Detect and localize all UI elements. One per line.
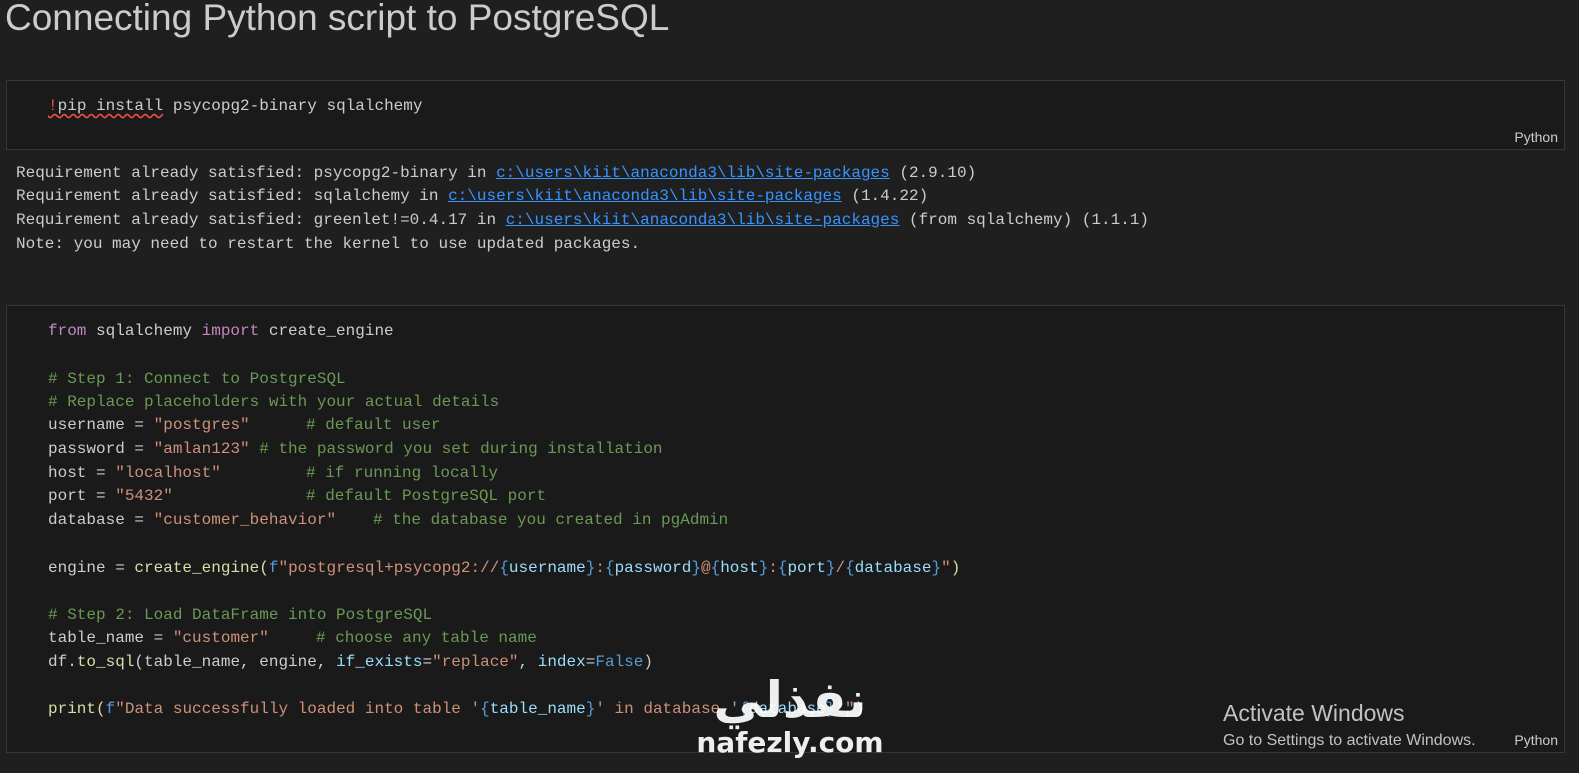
code-comment[interactable]: # Step 2: Load DataFrame into PostgreSQL: [48, 604, 432, 626]
string: "localhost": [115, 464, 221, 482]
assign: database =: [48, 511, 154, 529]
output-text: Requirement already satisfied: sqlalchem…: [16, 187, 449, 205]
code-comment[interactable]: # Step 1: Connect to PostgreSQL: [48, 368, 346, 390]
import-name: create_engine: [259, 322, 394, 340]
output-line: Note: you may need to restart the kernel…: [16, 233, 640, 256]
string: "postgresql+psycopg2://: [278, 559, 500, 577]
fstring-var: port: [787, 559, 826, 577]
string: "replace": [432, 653, 519, 671]
string: "customer": [172, 629, 269, 647]
code-line-database[interactable]: database = "customer_behavior" # the data…: [48, 509, 728, 531]
string: "amlan123": [153, 440, 250, 458]
kwarg: if_exists: [336, 653, 423, 671]
watermark-domain-text: nafezly.com: [696, 726, 884, 759]
inline-comment: # default user: [306, 416, 441, 434]
paren: (: [96, 700, 106, 718]
activate-windows-title: Activate Windows: [1223, 700, 1405, 726]
output-text: Note: you may need to restart the kernel…: [16, 235, 641, 253]
output-text: (from sqlalchemy) (1.1.1): [899, 211, 1149, 229]
output-text: Requirement already satisfied: psycopg2-…: [16, 164, 497, 182]
paren: ): [950, 559, 961, 577]
site-packages-link[interactable]: c:\users\kiit\anaconda3\lib\site-package…: [506, 211, 900, 229]
cell-language-label[interactable]: Python: [1514, 732, 1558, 748]
assign: host =: [48, 464, 116, 482]
string: "5432": [115, 487, 173, 505]
assign: username =: [48, 416, 154, 434]
string: ": [941, 559, 951, 577]
keyword-from: from: [48, 322, 87, 340]
fstring-prefix: f: [105, 700, 116, 718]
comma: ,: [518, 653, 538, 671]
inline-comment: # default PostgreSQL port: [306, 487, 547, 505]
string: "customer_behavior": [153, 511, 337, 529]
fstring-var: table_name: [489, 700, 586, 718]
site-packages-link[interactable]: c:\users\kiit\anaconda3\lib\site-package…: [448, 187, 842, 205]
activate-windows-notice: Activate Windows Go to Settings to activ…: [1223, 698, 1476, 752]
activate-windows-subtitle: Go to Settings to activate Windows.: [1223, 732, 1476, 749]
inline-comment: # choose any table name: [316, 629, 537, 647]
code-line-table-name[interactable]: table_name = "customer" # choose any tabl…: [48, 627, 537, 649]
module-name: sqlalchemy: [86, 322, 202, 340]
pip-command: pip install: [57, 97, 164, 115]
code-line[interactable]: !pip install psycopg2-binary sqlalchemy: [48, 95, 422, 117]
output-text: Requirement already satisfied: greenlet!…: [16, 211, 506, 229]
bool-constant: False: [595, 653, 644, 671]
code-comment[interactable]: # Replace placeholders with your actual …: [48, 391, 499, 413]
code-line-port[interactable]: port = "5432" # default PostgreSQL port: [48, 485, 546, 507]
string: @: [700, 559, 711, 577]
output-line: Requirement already satisfied: psycopg2-…: [16, 162, 976, 185]
code-line-host[interactable]: host = "localhost" # if running locally: [48, 462, 498, 484]
output-line: Requirement already satisfied: sqlalchem…: [16, 185, 928, 208]
output-text: (1.4.22): [841, 187, 929, 205]
args: (table_name, engine,: [134, 653, 337, 671]
function-name: to_sql: [76, 653, 135, 671]
inline-comment: # the password you set during installati…: [259, 440, 663, 458]
code-line[interactable]: from sqlalchemy import create_engine: [48, 320, 394, 342]
nafezly-watermark: نفذلي nafezly.com: [690, 670, 890, 770]
page-title: Connecting Python script to PostgreSQL: [5, 0, 670, 38]
assign: password =: [48, 440, 154, 458]
output-line: Requirement already satisfied: greenlet!…: [16, 209, 1149, 232]
string: :: [768, 559, 778, 577]
watermark-arabic-text: نفذلي: [713, 671, 867, 729]
pip-args: psycopg2-binary sqlalchemy: [163, 97, 423, 115]
code-line-username[interactable]: username = "postgres" # default user: [48, 414, 440, 436]
paren: (: [259, 559, 269, 577]
object: df.: [48, 653, 77, 671]
keyword-import: import: [201, 322, 260, 340]
equals: =: [422, 653, 433, 671]
paren: ): [643, 653, 653, 671]
kwarg: index: [537, 653, 586, 671]
assign: port =: [48, 487, 116, 505]
fstring-var: host: [720, 559, 759, 577]
string: :: [595, 559, 605, 577]
code-line-to-sql[interactable]: df.to_sql(table_name, engine, if_exists=…: [48, 651, 653, 673]
assign: engine =: [48, 559, 135, 577]
inline-comment: # if running locally: [306, 464, 499, 482]
code-cell-pip-install[interactable]: !pip install psycopg2-binary sqlalchemy …: [6, 80, 1565, 150]
assign: table_name =: [48, 629, 173, 647]
code-line-engine[interactable]: engine = create_engine(f"postgresql+psyc…: [48, 557, 960, 579]
equals: =: [585, 653, 596, 671]
function-name: print: [48, 700, 97, 718]
fstring-var: database: [854, 559, 932, 577]
code-line-password[interactable]: password = "amlan123" # the password you…: [48, 438, 663, 460]
fstring-var: username: [508, 559, 586, 577]
string: "Data successfully loaded into table ': [115, 700, 481, 718]
fstring-var: password: [614, 559, 692, 577]
inline-comment: # the database you created in pgAdmin: [373, 511, 729, 529]
string: /: [835, 559, 846, 577]
function-name: create_engine: [134, 559, 260, 577]
site-packages-link[interactable]: c:\users\kiit\anaconda3\lib\site-package…: [496, 164, 890, 182]
shell-bang: !: [48, 97, 58, 115]
output-text: (2.9.10): [889, 164, 977, 182]
cell-language-label[interactable]: Python: [1514, 129, 1558, 145]
string: "postgres": [153, 416, 250, 434]
